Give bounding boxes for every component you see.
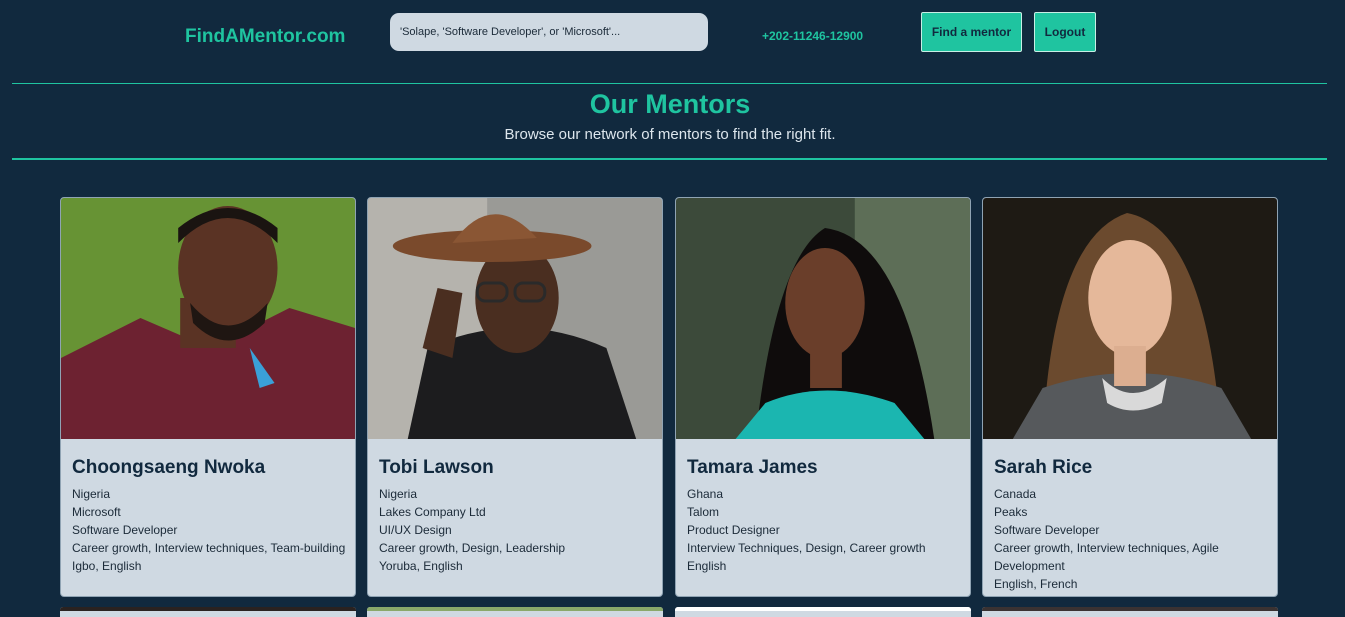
mentor-card[interactable]: Sarah Rice Canada Peaks Software Develop… — [982, 197, 1278, 597]
page-title: Our Mentors — [589, 89, 751, 119]
mentor-name: Choongsaeng Nwoka — [72, 457, 266, 478]
mentor-photo — [676, 198, 970, 439]
mentor-company: Lakes Company Ltd — [379, 505, 486, 519]
mentor-country: Nigeria — [72, 487, 111, 501]
mentor-card-next[interactable] — [367, 607, 663, 617]
search-input[interactable] — [390, 13, 708, 51]
mentor-languages: English, French — [994, 577, 1078, 591]
mentor-languages: English — [687, 559, 727, 573]
mentor-country: Ghana — [687, 487, 724, 501]
mentor-role: Product Designer — [687, 523, 780, 537]
hero-divider — [12, 158, 1327, 160]
mentor-name: Tobi Lawson — [379, 457, 494, 478]
site-logo[interactable]: FindAMentor.com — [185, 26, 345, 48]
page-subtitle: Browse our network of mentors to find th… — [504, 126, 836, 143]
mentor-country: Canada — [994, 487, 1037, 501]
mentor-role: Software Developer — [994, 523, 1100, 537]
find-mentor-button[interactable]: Find a mentor — [921, 12, 1022, 52]
mentor-company: Peaks — [994, 505, 1028, 519]
mentor-card[interactable]: Tobi Lawson Nigeria Lakes Company Ltd UI… — [367, 197, 663, 597]
mentor-card[interactable]: Tamara James Ghana Talom Product Designe… — [675, 197, 971, 597]
mentor-languages: Yoruba, English — [379, 559, 463, 573]
mentor-name: Sarah Rice — [994, 457, 1093, 478]
mentor-skills: Interview Techniques, Design, Career gro… — [687, 541, 926, 555]
mentor-country: Nigeria — [379, 487, 418, 501]
mentor-card-next[interactable] — [982, 607, 1278, 617]
mentor-skills: Career growth, Interview techniques, Tea… — [72, 541, 346, 555]
mentor-company: Talom — [687, 505, 720, 519]
mentor-role: UI/UX Design — [379, 523, 452, 537]
mentor-card[interactable]: Choongsaeng Nwoka Nigeria Microsoft Soft… — [60, 197, 356, 597]
mentor-skills: Career growth, Design, Leadership — [379, 541, 566, 555]
mentor-name: Tamara James — [687, 457, 818, 478]
mentor-photo — [61, 198, 355, 439]
mentor-card-next[interactable] — [60, 607, 356, 617]
mentor-company: Microsoft — [72, 505, 121, 519]
mentor-photo — [368, 198, 662, 439]
header-divider — [12, 83, 1327, 84]
phone-number: +202-11246-12900 — [762, 29, 864, 43]
mentor-skills: Career growth, Interview techniques, Agi… — [994, 541, 1219, 573]
mentor-card-next[interactable] — [675, 607, 971, 617]
logout-button[interactable]: Logout — [1034, 12, 1096, 52]
mentor-languages: Igbo, English — [72, 559, 142, 573]
mentor-role: Software Developer — [72, 523, 178, 537]
mentor-photo — [983, 198, 1277, 439]
